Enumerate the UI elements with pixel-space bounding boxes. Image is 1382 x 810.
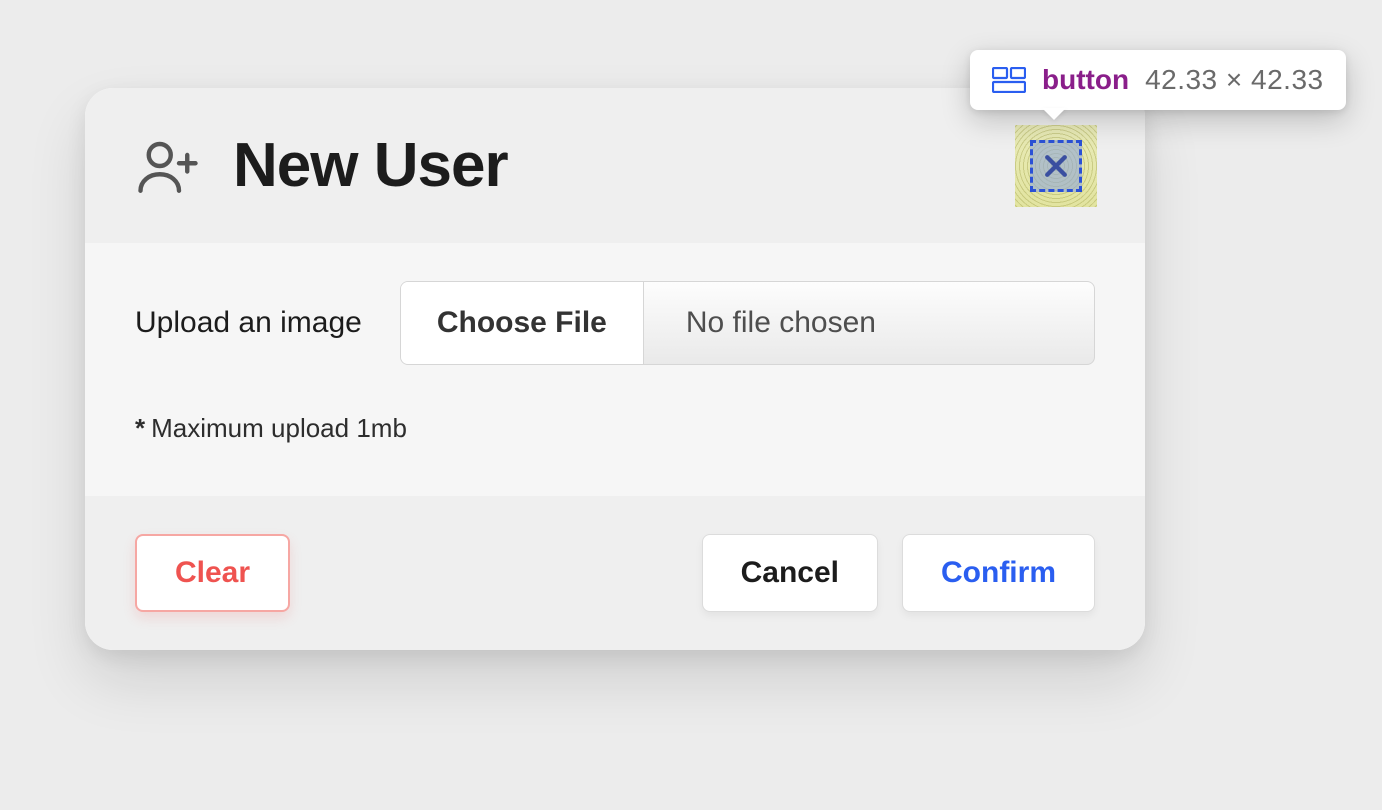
file-status: No file chosen <box>644 282 1094 364</box>
modal-header: New User <box>85 88 1145 243</box>
devtools-dimensions: 42.33 × 42.33 <box>1145 64 1324 96</box>
modal-title: New User <box>233 130 508 201</box>
clear-button[interactable]: Clear <box>135 534 290 612</box>
confirm-button[interactable]: Confirm <box>902 534 1095 612</box>
add-user-icon <box>135 133 201 199</box>
cancel-button[interactable]: Cancel <box>702 534 878 612</box>
close-icon <box>1030 140 1082 192</box>
close-button[interactable] <box>1015 125 1097 207</box>
devtools-tooltip: button 42.33 × 42.33 <box>970 50 1346 110</box>
upload-label: Upload an image <box>135 306 362 340</box>
hint-asterisk: * <box>135 413 145 443</box>
file-input[interactable]: Choose File No file chosen <box>400 281 1095 365</box>
devtools-element-tag: button <box>1042 64 1129 96</box>
upload-row: Upload an image Choose File No file chos… <box>135 281 1095 365</box>
new-user-modal: New User Upload an image Choose File No … <box>85 88 1145 650</box>
hint-text: Maximum upload 1mb <box>151 413 407 443</box>
modal-footer: Clear Cancel Confirm <box>85 496 1145 650</box>
flex-icon <box>992 67 1026 93</box>
modal-body: Upload an image Choose File No file chos… <box>85 243 1145 496</box>
choose-file-button[interactable]: Choose File <box>401 282 644 364</box>
upload-hint: *Maximum upload 1mb <box>135 413 1095 444</box>
